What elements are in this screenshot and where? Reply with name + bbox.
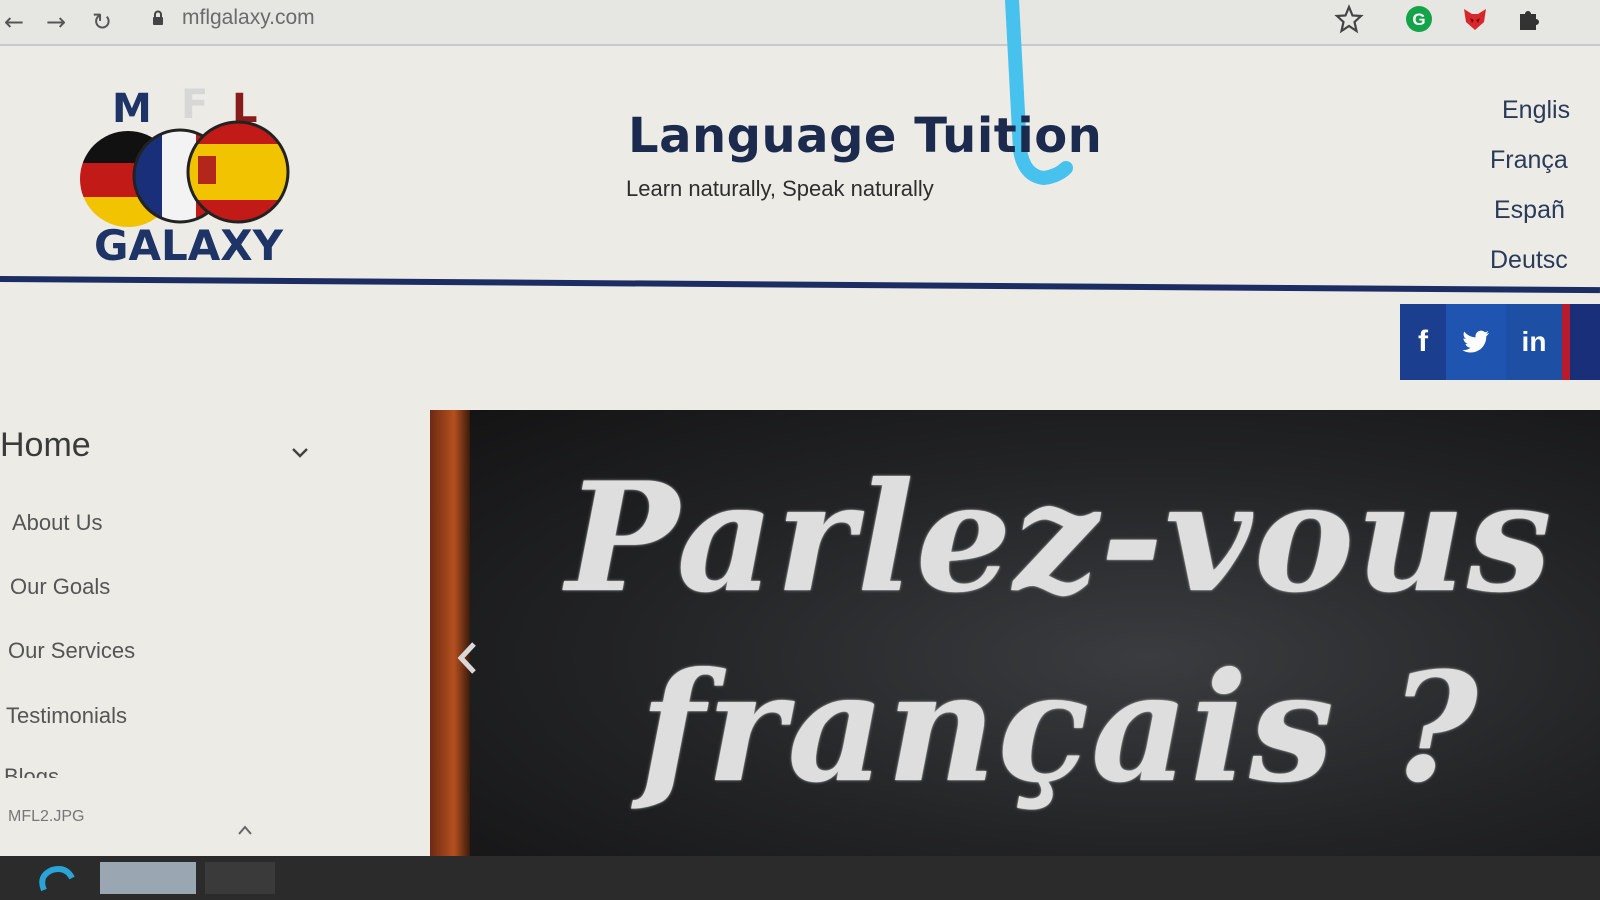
os-taskbar: [0, 856, 1600, 900]
twitter-icon[interactable]: [1446, 304, 1506, 380]
svg-text:G: G: [1412, 10, 1425, 29]
chevron-left-icon[interactable]: [456, 640, 478, 676]
nav-item-our-services[interactable]: Our Services: [8, 638, 135, 664]
linkedin-icon[interactable]: in: [1506, 304, 1562, 380]
grammarly-icon[interactable]: G: [1404, 4, 1434, 34]
chevron-down-icon[interactable]: [290, 446, 310, 460]
site-logo[interactable]: M F L GALAXY: [78, 84, 293, 269]
chalkboard-image: Parlez-vous français ?: [470, 410, 1600, 860]
nav-item-blogs[interactable]: Blogs: [4, 764, 59, 778]
chevron-up-icon[interactable]: [236, 824, 254, 836]
svg-text:F: F: [181, 84, 208, 128]
svg-text:GALAXY: GALAXY: [94, 221, 284, 269]
chalkboard-frame: [430, 410, 470, 860]
puzzle-icon[interactable]: [1514, 4, 1544, 34]
fox-extension-icon[interactable]: [1460, 4, 1490, 34]
address-bar[interactable]: mflgalaxy.com: [182, 6, 315, 30]
social-extra-icon[interactable]: [1562, 304, 1600, 380]
taskbar-window-thumbnail[interactable]: [100, 862, 196, 894]
language-francais[interactable]: França: [1490, 146, 1600, 196]
social-links: f in: [1400, 304, 1600, 380]
language-espanol[interactable]: Españ: [1490, 196, 1600, 246]
forward-icon[interactable]: →: [42, 8, 70, 36]
nav-item-about-us[interactable]: About Us: [12, 510, 103, 536]
lock-icon: [153, 10, 163, 25]
taskbar-app-icon[interactable]: [205, 862, 275, 894]
edge-icon[interactable]: [30, 862, 90, 894]
nav-item-our-goals[interactable]: Our Goals: [10, 574, 110, 600]
slide-text-line2: français ?: [640, 640, 1480, 816]
language-switcher: Englis França Españ Deutsc: [1490, 96, 1600, 296]
back-icon[interactable]: ←: [0, 8, 28, 36]
site-tagline: Learn naturally, Speak naturally: [626, 176, 934, 201]
nav-home[interactable]: Home: [0, 426, 91, 465]
nav-item-testimonials[interactable]: Testimonials: [6, 703, 127, 729]
language-english[interactable]: Englis: [1490, 96, 1600, 146]
browser-toolbar: ← → ↻ mflgalaxy.com G: [0, 0, 1600, 46]
site-title: Language Tuition: [628, 108, 1103, 164]
hero-slider: Parlez-vous français ?: [430, 410, 1600, 860]
slide-text-line1: Parlez-vous: [566, 450, 1554, 626]
facebook-icon[interactable]: f: [1400, 304, 1446, 380]
reload-icon[interactable]: ↻: [88, 8, 116, 36]
star-icon[interactable]: [1334, 4, 1364, 34]
download-file-name[interactable]: MFL2.JPG: [8, 808, 84, 826]
header-divider: [0, 276, 1600, 294]
svg-text:M: M: [112, 86, 152, 132]
